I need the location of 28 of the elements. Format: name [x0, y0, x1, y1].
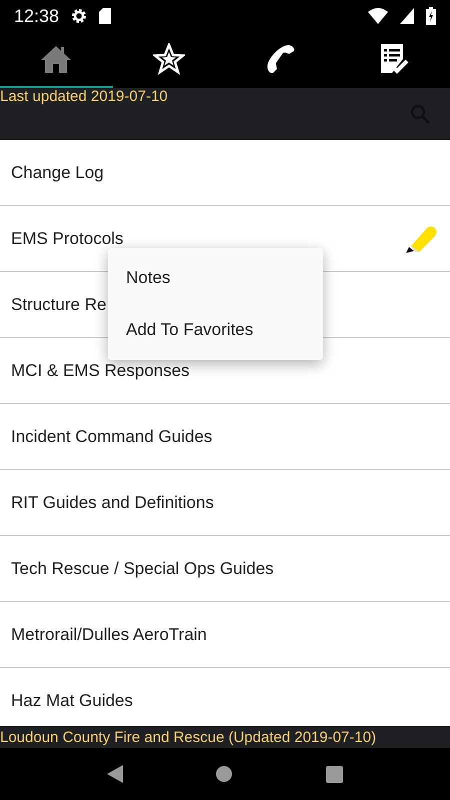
- sd-card-icon: [99, 8, 112, 24]
- item-label: MCI & EMS Responses: [11, 360, 190, 380]
- checklist-icon: [378, 43, 409, 75]
- list-item[interactable]: Change Log: [0, 140, 450, 206]
- footer-text: Loudoun County Fire and Rescue (Updated 2019-07-10): [0, 728, 376, 746]
- item-label: RIT Guides and Definitions: [11, 492, 214, 512]
- list-item[interactable]: Metrorail/Dulles AeroTrain: [0, 602, 450, 668]
- list-item[interactable]: RIT Guides and Definitions: [0, 470, 450, 536]
- item-label: Metrorail/Dulles AeroTrain: [11, 624, 207, 644]
- star-icon: [152, 43, 185, 75]
- recents-icon[interactable]: [326, 766, 344, 782]
- settings-icon: [71, 8, 88, 24]
- home-icon: [40, 45, 72, 73]
- item-label: Tech Rescue / Special Ops Guides: [11, 558, 274, 578]
- list-item[interactable]: Tech Rescue / Special Ops Guides: [0, 536, 450, 602]
- last-updated-text: Last updated 2019-07-10: [0, 88, 168, 105]
- wifi-icon: [368, 8, 388, 24]
- item-label: Incident Command Guides: [11, 426, 212, 446]
- battery-icon: [426, 7, 436, 25]
- back-icon[interactable]: [106, 765, 123, 783]
- item-label: Haz Mat Guides: [11, 690, 133, 710]
- list-item[interactable]: Incident Command Guides: [0, 404, 450, 470]
- home-button-icon[interactable]: [216, 766, 232, 782]
- clock: 12:38: [14, 6, 60, 26]
- item-label: EMS Protocols: [11, 228, 124, 248]
- signal-icon: [400, 8, 414, 24]
- item-label: Structure Re: [11, 294, 106, 314]
- item-label: Change Log: [11, 162, 104, 182]
